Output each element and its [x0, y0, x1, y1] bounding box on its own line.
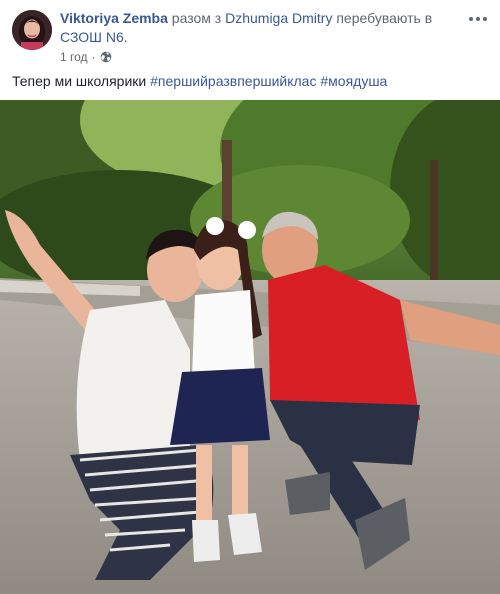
more-dot: [469, 17, 473, 21]
post-header: Viktoriya Zemba разом з Dzhumiga Dmitry …: [0, 0, 500, 98]
post-time[interactable]: 1 год: [60, 49, 88, 65]
globe-icon[interactable]: [100, 51, 112, 63]
tagged-person[interactable]: Dzhumiga Dmitry: [225, 10, 332, 26]
avatar[interactable]: [12, 10, 52, 50]
location-prefix: перебувають в: [336, 10, 433, 26]
post-meta: 1 год ·: [60, 49, 112, 65]
avatar-image: [12, 10, 52, 50]
post-text: Тепер ми школярики #першийразвпершийклас…: [12, 72, 387, 91]
post-photo[interactable]: [0, 100, 500, 594]
post-message: Тепер ми школярики: [12, 73, 147, 89]
hashtag-link[interactable]: #першийразвпершийклас: [150, 73, 316, 89]
location-link[interactable]: СЗОШ N6.: [60, 29, 128, 45]
more-dot: [483, 17, 487, 21]
author-name[interactable]: Viktoriya Zemba: [60, 10, 168, 26]
author-line: Viktoriya Zemba разом з Dzhumiga Dmitry …: [60, 9, 460, 47]
with-text: разом з: [171, 10, 222, 26]
hashtag-link[interactable]: #моядуша: [320, 73, 387, 89]
more-dot: [476, 17, 480, 21]
more-icon[interactable]: [466, 10, 490, 28]
family-photo: [0, 100, 500, 594]
meta-separator: ·: [91, 50, 96, 64]
